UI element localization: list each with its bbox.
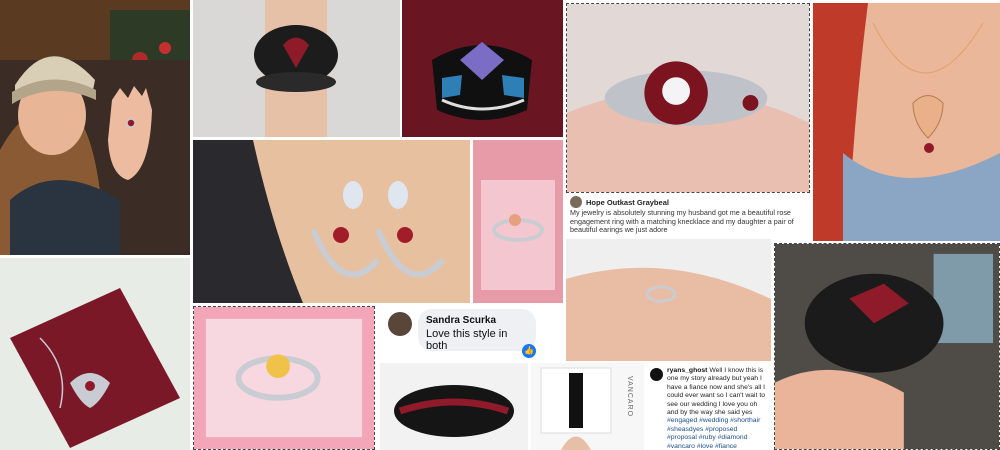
photo-black-heart-ring — [193, 0, 400, 137]
photo-yellow-ring-box — [193, 306, 375, 450]
review-author: ryans_ghost — [667, 367, 708, 374]
vancaro-box-label: VANCARO — [626, 375, 634, 418]
photo-heart-necklace — [813, 3, 1000, 241]
photo-black-ruby-ring — [774, 243, 1000, 450]
review-card-ryans: ryans_ghost Well I know this is one my s… — [646, 363, 770, 448]
review-author: Sandra Scurka — [426, 315, 497, 326]
photo-wing-necklace-box — [0, 258, 190, 450]
review-hashtags: #engaged #wedding #shorthair #sheasdyes … — [667, 417, 761, 448]
avatar — [650, 368, 663, 381]
review-text: Love this style in both — [426, 328, 508, 352]
review-card-hope: Hope Outkast Graybeal My jewelry is abso… — [566, 193, 810, 239]
photo-opal-black-ring — [402, 0, 563, 137]
review-text: My jewelry is absolutely stunning my hus… — [570, 208, 794, 235]
photo-rose-ring — [566, 3, 810, 193]
photo-woman-showing-ring — [0, 0, 190, 255]
like-icon: 👍 — [522, 344, 536, 358]
photo-ring-on-hand — [566, 239, 771, 361]
comment-bubble: Sandra Scurka Love this style in both — [418, 309, 536, 352]
photo-vancaro-box-ring: VANCARO — [531, 363, 644, 450]
avatar — [388, 312, 412, 336]
review-card-sandra: Sandra Scurka Love this style in both 👍 — [380, 303, 542, 361]
photo-black-band-ring — [380, 363, 528, 450]
review-body: ryans_ghost Well I know this is one my s… — [667, 367, 767, 448]
review-text: Well I know this is one my story already… — [667, 367, 766, 417]
avatar — [570, 196, 582, 208]
photo-skull-earrings — [193, 140, 470, 303]
review-author: Hope Outkast Graybeal — [586, 197, 669, 207]
photo-ring-pink-box — [473, 140, 563, 303]
